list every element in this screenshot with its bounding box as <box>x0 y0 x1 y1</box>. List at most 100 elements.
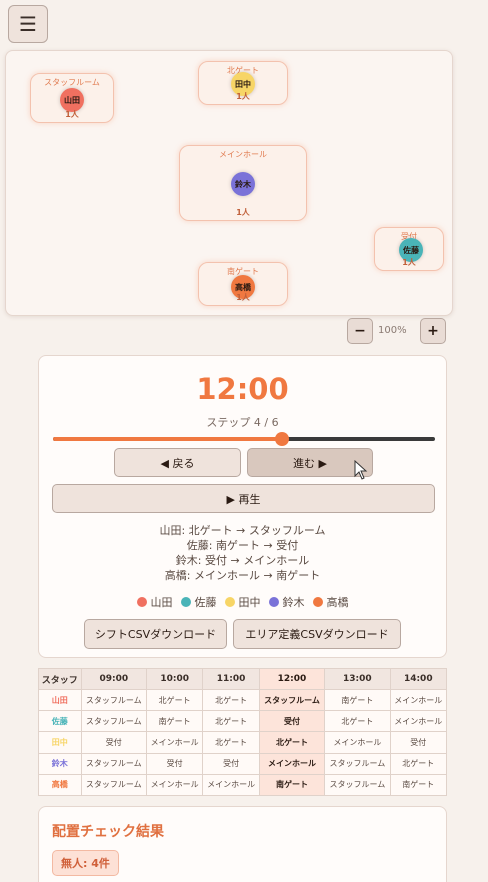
table-row: 田中 受付 メインホール 北ゲート 北ゲート メインホール 受付 <box>38 731 448 754</box>
move-item: 高橋: メインホール → 南ゲート <box>164 569 321 582</box>
legend-label: 山田 <box>150 596 173 609</box>
table-cell: 南ゲート <box>389 773 448 797</box>
table-header-row: スタッフ 09:00 10:00 11:00 12:00 13:00 14:00 <box>38 668 448 690</box>
timeline-panel: 12:00 ステップ 4 / 6 ◀ 戻る 進む ▶ ▶ 再生 山田: 北ゲート… <box>38 355 447 658</box>
table-cell: メインホール <box>145 773 204 797</box>
column-header-time: 11:00 <box>202 668 260 690</box>
table-cell: 南ゲート <box>145 710 204 733</box>
play-button[interactable]: ▶ 再生 <box>52 484 435 513</box>
area-count: 1人 <box>236 293 250 302</box>
legend-item: 高橋 <box>312 594 349 610</box>
timeline-slider[interactable] <box>53 432 435 446</box>
hamburger-icon: ☰ <box>19 12 37 36</box>
legend-item: 鈴木 <box>268 594 305 610</box>
table-cell: 受付 <box>258 710 326 733</box>
move-item: 佐藤: 南ゲート → 受付 <box>186 539 299 552</box>
shift-csv-download-button[interactable]: シフトCSVダウンロード <box>84 619 227 649</box>
legend-item: 田中 <box>224 594 261 610</box>
table-row: 山田 スタッフルーム 北ゲート 北ゲート スタッフルーム 南ゲート メインホール <box>38 688 448 712</box>
table-cell: スタッフルーム <box>80 752 147 775</box>
menu-button[interactable]: ☰ <box>8 5 48 43</box>
table-cell: メインホール <box>389 710 448 733</box>
legend-dot <box>180 597 191 607</box>
column-header-time: 09:00 <box>80 668 147 690</box>
area-count: 1人 <box>236 92 250 101</box>
table-cell: 北ゲート <box>324 710 391 733</box>
table-cell: 北ゲート <box>202 731 260 754</box>
table-cell: スタッフルーム <box>80 773 147 797</box>
table-cell: 南ゲート <box>324 688 391 712</box>
slider-thumb[interactable] <box>275 432 290 446</box>
table-cell: 北ゲート <box>389 752 448 775</box>
table-cell: メインホール <box>145 731 204 754</box>
table-cell: 受付 <box>145 752 204 775</box>
table-cell: 受付 <box>389 731 448 754</box>
area-north-gate[interactable]: 北ゲート 田中 1人 <box>198 61 288 105</box>
current-time: 12:00 <box>196 372 289 406</box>
table-cell: 受付 <box>80 731 147 754</box>
column-header-staff: スタッフ <box>38 668 82 690</box>
move-item: 山田: 北ゲート → スタッフルーム <box>159 524 326 537</box>
step-label: ステップ 4 / 6 <box>206 416 279 429</box>
table-cell: 受付 <box>202 752 260 775</box>
zoom-in-button[interactable]: + <box>420 318 446 344</box>
area-count: 1人 <box>236 208 250 217</box>
legend-dot <box>136 597 147 607</box>
table-cell: スタッフルーム <box>258 688 326 712</box>
table-cell: メインホール <box>258 752 326 775</box>
area-south-gate[interactable]: 南ゲート 高橋 1人 <box>198 262 288 306</box>
table-row: 高橋 スタッフルーム メインホール メインホール 南ゲート スタッフルーム 南ゲート <box>38 773 448 797</box>
move-item: 鈴木: 受付 → メインホール <box>175 554 310 567</box>
zoom-out-button[interactable]: − <box>347 318 373 344</box>
table-row: 佐藤 スタッフルーム 南ゲート 北ゲート 受付 北ゲート メインホール <box>38 710 448 733</box>
table-cell: 北ゲート <box>258 731 326 754</box>
staff-token[interactable]: 鈴木 <box>231 172 255 196</box>
legend-label: 高橋 <box>326 596 349 609</box>
area-reception[interactable]: 受付 佐藤 1人 <box>374 227 444 271</box>
result-title: 配置チェック結果 <box>52 824 164 840</box>
column-header-time: 10:00 <box>145 668 204 690</box>
table-cell: 南ゲート <box>258 773 326 797</box>
legend-label: 田中 <box>238 596 261 609</box>
staff-name-cell: 高橋 <box>38 773 82 797</box>
area-csv-download-button[interactable]: エリア定義CSVダウンロード <box>233 619 401 649</box>
table-cell: メインホール <box>324 731 391 754</box>
staff-name-cell: 鈴木 <box>38 752 82 775</box>
table-cell: メインホール <box>202 773 260 797</box>
column-header-time: 14:00 <box>389 668 448 690</box>
staff-legend: 山田 佐藤 田中 鈴木 高橋 <box>39 594 446 610</box>
area-name: メインホール <box>219 150 267 159</box>
unassigned-badge: 無人: 4件 <box>52 850 119 876</box>
area-count: 1人 <box>402 258 416 267</box>
check-result-panel: 配置チェック結果 無人: 4件 <box>38 806 447 882</box>
area-map[interactable]: スタッフルーム 山田 1人 北ゲート 田中 1人 メインホール 鈴木 1人 受付… <box>5 50 453 316</box>
column-header-time: 13:00 <box>324 668 391 690</box>
back-button[interactable]: ◀ 戻る <box>114 448 241 477</box>
table-cell: スタッフルーム <box>324 752 391 775</box>
table-cell: 北ゲート <box>145 688 204 712</box>
legend-dot <box>312 597 323 607</box>
table-cell: 北ゲート <box>202 710 260 733</box>
column-header-time-current: 12:00 <box>258 668 326 690</box>
legend-label: 佐藤 <box>194 596 217 609</box>
staff-name-cell: 山田 <box>38 688 82 712</box>
move-list: 山田: 北ゲート → スタッフルーム 佐藤: 南ゲート → 受付 鈴木: 受付 … <box>39 523 446 583</box>
staff-name-cell: 佐藤 <box>38 710 82 733</box>
staff-name-cell: 田中 <box>38 731 82 754</box>
table-cell: 北ゲート <box>202 688 260 712</box>
shift-table: スタッフ 09:00 10:00 11:00 12:00 13:00 14:00… <box>38 668 448 797</box>
legend-dot <box>268 597 279 607</box>
zoom-level: 100% <box>378 325 407 336</box>
legend-item: 佐藤 <box>180 594 217 610</box>
area-main-hall[interactable]: メインホール 鈴木 1人 <box>179 145 307 221</box>
area-count: 1人 <box>65 110 79 119</box>
table-row: 鈴木 スタッフルーム 受付 受付 メインホール スタッフルーム 北ゲート <box>38 752 448 775</box>
area-staff-room[interactable]: スタッフルーム 山田 1人 <box>30 73 114 123</box>
legend-dot <box>224 597 235 607</box>
table-cell: メインホール <box>389 688 448 712</box>
table-cell: スタッフルーム <box>80 710 147 733</box>
table-cell: スタッフルーム <box>324 773 391 797</box>
area-name: スタッフルーム <box>44 78 100 87</box>
slider-fill <box>53 437 283 441</box>
legend-label: 鈴木 <box>282 596 305 609</box>
